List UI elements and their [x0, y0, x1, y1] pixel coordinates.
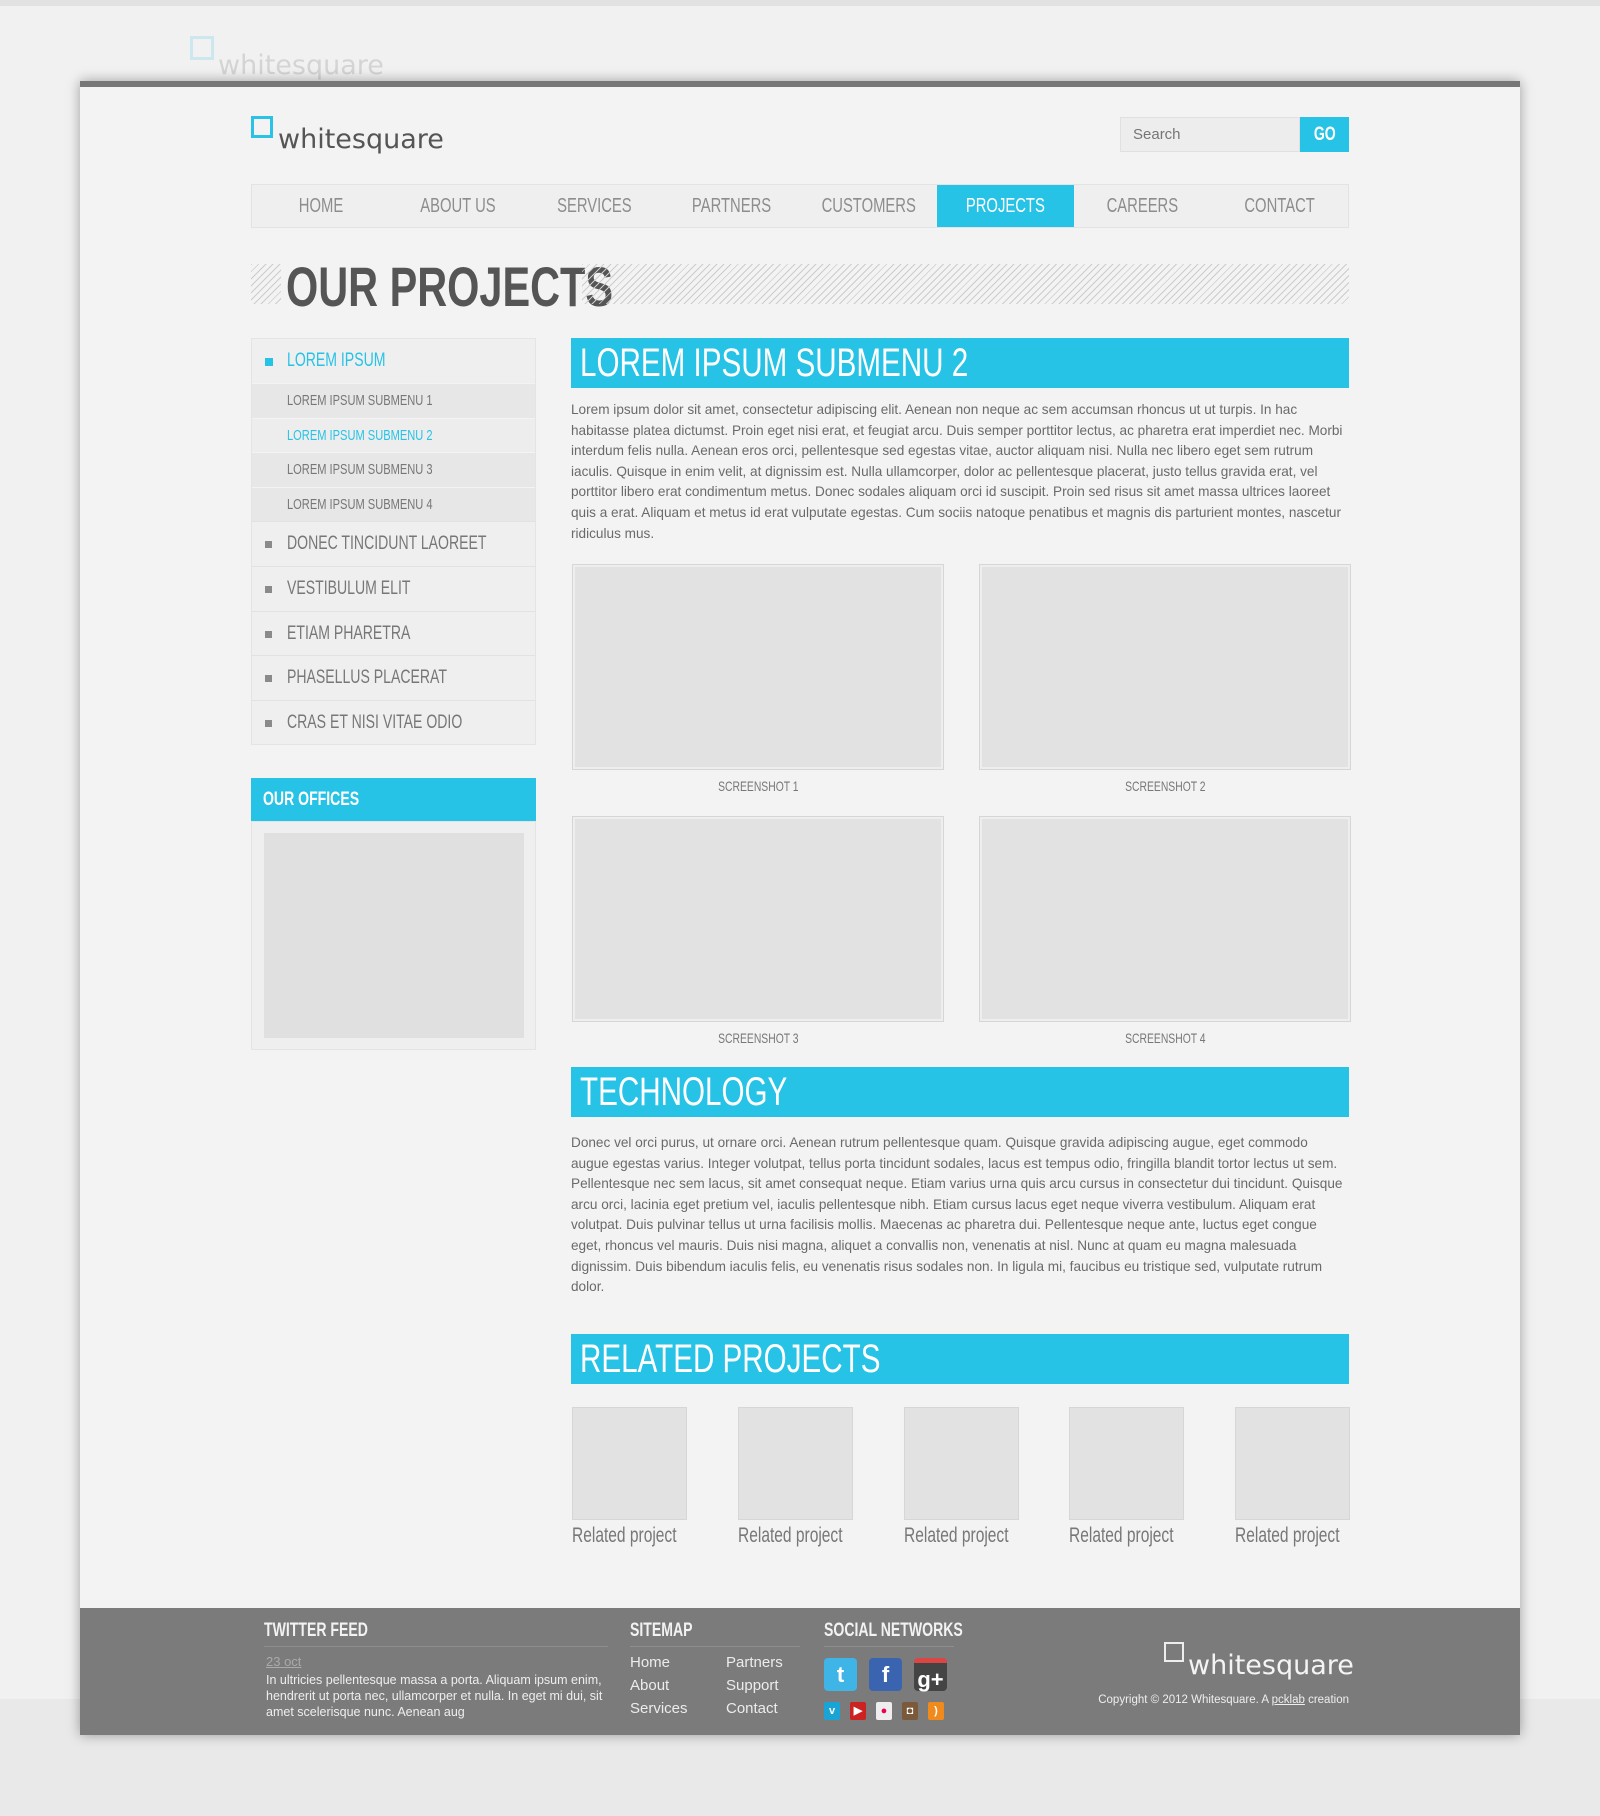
- related-project-thumbnail[interactable]: [1235, 1407, 1350, 1520]
- sidebar-subitem[interactable]: LOREM IPSUM SUBMENU 2: [252, 417, 535, 453]
- footer-logo: whitesquare: [1188, 1650, 1354, 1681]
- nav-careers[interactable]: CAREERS: [1074, 185, 1211, 227]
- footer-logo-square-icon: [1164, 1642, 1184, 1662]
- related-project-thumbnail[interactable]: [738, 1407, 853, 1520]
- instagram-icon[interactable]: ◘: [902, 1702, 918, 1720]
- related-project-label[interactable]: Related project: [1235, 1524, 1376, 1548]
- sitemap-link[interactable]: Services: [630, 1700, 688, 1723]
- twitter-feed-title: TWITTER FEED: [264, 1620, 368, 1641]
- section-header-related: RELATED PROJECTS: [571, 1334, 1349, 1384]
- nav-home[interactable]: HOME: [252, 185, 389, 227]
- title-hatch-left: [251, 264, 281, 304]
- related-project-thumbnail[interactable]: [572, 1407, 687, 1520]
- social-networks-title: SOCIAL NETWORKS: [824, 1620, 963, 1641]
- screenshot-caption: SCREENSHOT 3: [717, 1030, 799, 1046]
- tweet-date-link[interactable]: 23 oct: [266, 1654, 301, 1669]
- logo-square-icon: [251, 116, 273, 138]
- sidebar-item[interactable]: PHASELLUS PLACERAT: [252, 655, 535, 700]
- divider: [264, 1646, 608, 1647]
- screenshot-thumbnail[interactable]: [979, 564, 1351, 770]
- sitemap-title: SITEMAP: [630, 1620, 693, 1641]
- related-project-label[interactable]: Related project: [738, 1524, 879, 1548]
- facebook-icon[interactable]: f: [869, 1658, 902, 1691]
- logo[interactable]: whitesquare: [278, 124, 444, 155]
- sitemap-link[interactable]: Support: [726, 1677, 783, 1700]
- title-hatch: [582, 264, 1349, 304]
- related-project-thumbnail[interactable]: [1069, 1407, 1184, 1520]
- section-header-submenu: LOREM IPSUM SUBMENU 2: [571, 338, 1349, 388]
- divider: [630, 1646, 800, 1647]
- google-plus-icon[interactable]: g+: [914, 1658, 947, 1692]
- screenshot-caption: SCREENSHOT 2: [1124, 778, 1206, 794]
- search-go-button[interactable]: GO: [1300, 117, 1349, 152]
- sidebar-subitem[interactable]: LOREM IPSUM SUBMENU 3: [252, 452, 535, 487]
- screenshot-caption: SCREENSHOT 1: [717, 778, 799, 794]
- pcklab-link[interactable]: pcklab: [1272, 1694, 1305, 1706]
- section-text-submenu: Lorem ipsum dolor sit amet, consectetur …: [571, 402, 1343, 541]
- section-text-technology: Donec vel orci purus, ut ornare orci. Ae…: [571, 1135, 1343, 1295]
- screenshot-thumbnail[interactable]: [572, 564, 944, 770]
- youtube-icon[interactable]: ▶: [850, 1702, 866, 1720]
- search-input[interactable]: [1120, 117, 1300, 152]
- twitter-icon[interactable]: t: [824, 1658, 857, 1691]
- nav-services[interactable]: SERVICES: [526, 185, 663, 227]
- square-bullet-icon: [265, 630, 272, 638]
- screenshot-thumbnail[interactable]: [979, 816, 1351, 1022]
- offices-header: OUR OFFICES: [251, 778, 536, 821]
- footer: TWITTER FEED 23 oct In ultricies pellent…: [80, 1608, 1520, 1735]
- flickr-icon[interactable]: ●: [876, 1702, 892, 1720]
- vimeo-icon[interactable]: v: [824, 1702, 840, 1720]
- related-project-label[interactable]: Related project: [572, 1524, 713, 1548]
- sidebar-subitem[interactable]: LOREM IPSUM SUBMENU 4: [252, 486, 535, 522]
- sitemap-link[interactable]: About: [630, 1677, 688, 1700]
- sidebar-menu: LOREM IPSUM LOREM IPSUM SUBMENU 1 LOREM I…: [251, 338, 536, 746]
- square-bullet-icon: [265, 358, 273, 366]
- tweet-text: In ultricies pellentesque massa a porta.…: [266, 1673, 603, 1719]
- square-bullet-icon: [265, 675, 272, 683]
- nav-projects[interactable]: PROJECTS: [937, 185, 1074, 227]
- nav-about-us[interactable]: ABOUT US: [389, 185, 526, 227]
- sitemap-link[interactable]: Home: [630, 1654, 688, 1677]
- sitemap-link[interactable]: Partners: [726, 1654, 783, 1677]
- sidebar-subitem[interactable]: LOREM IPSUM SUBMENU 1: [252, 383, 535, 418]
- offices-map-placeholder[interactable]: [264, 833, 524, 1038]
- top-divider: [0, 0, 1600, 6]
- related-project-label[interactable]: Related project: [904, 1524, 1045, 1548]
- square-bullet-icon: [265, 719, 272, 727]
- sidebar-item[interactable]: DONEC TINCIDUNT LAOREET: [252, 521, 535, 566]
- screenshot-caption: SCREENSHOT 4: [1124, 1030, 1206, 1046]
- nav-partners[interactable]: PARTNERS: [663, 185, 800, 227]
- square-bullet-icon: [265, 585, 272, 593]
- nav-contact[interactable]: CONTACT: [1211, 185, 1348, 227]
- sidebar-item[interactable]: ETIAM PHARETRA: [252, 610, 535, 656]
- main-nav: HOME ABOUT US SERVICES PARTNERS CUSTOMERS PRO…: [251, 184, 1349, 228]
- sidebar-item[interactable]: CRAS ET NISI VITAE ODIO: [252, 699, 535, 745]
- sidebar-item[interactable]: VESTIBULUM ELIT: [252, 565, 535, 611]
- section-header-technology: TECHNOLOGY: [571, 1067, 1349, 1117]
- related-project-thumbnail[interactable]: [904, 1407, 1019, 1520]
- nav-customers[interactable]: CUSTOMERS: [800, 185, 937, 227]
- rss-icon[interactable]: ): [928, 1702, 944, 1720]
- screenshot-thumbnail[interactable]: [572, 816, 944, 1022]
- divider: [824, 1646, 954, 1647]
- copyright: Copyright © 2012 Whitesquare. A pcklab c…: [1098, 1694, 1349, 1706]
- related-project-label[interactable]: Related project: [1069, 1524, 1210, 1548]
- sidebar-item-lorem-ipsum[interactable]: LOREM IPSUM: [252, 339, 535, 383]
- square-bullet-icon: [265, 541, 272, 549]
- sitemap-link[interactable]: Contact: [726, 1700, 783, 1723]
